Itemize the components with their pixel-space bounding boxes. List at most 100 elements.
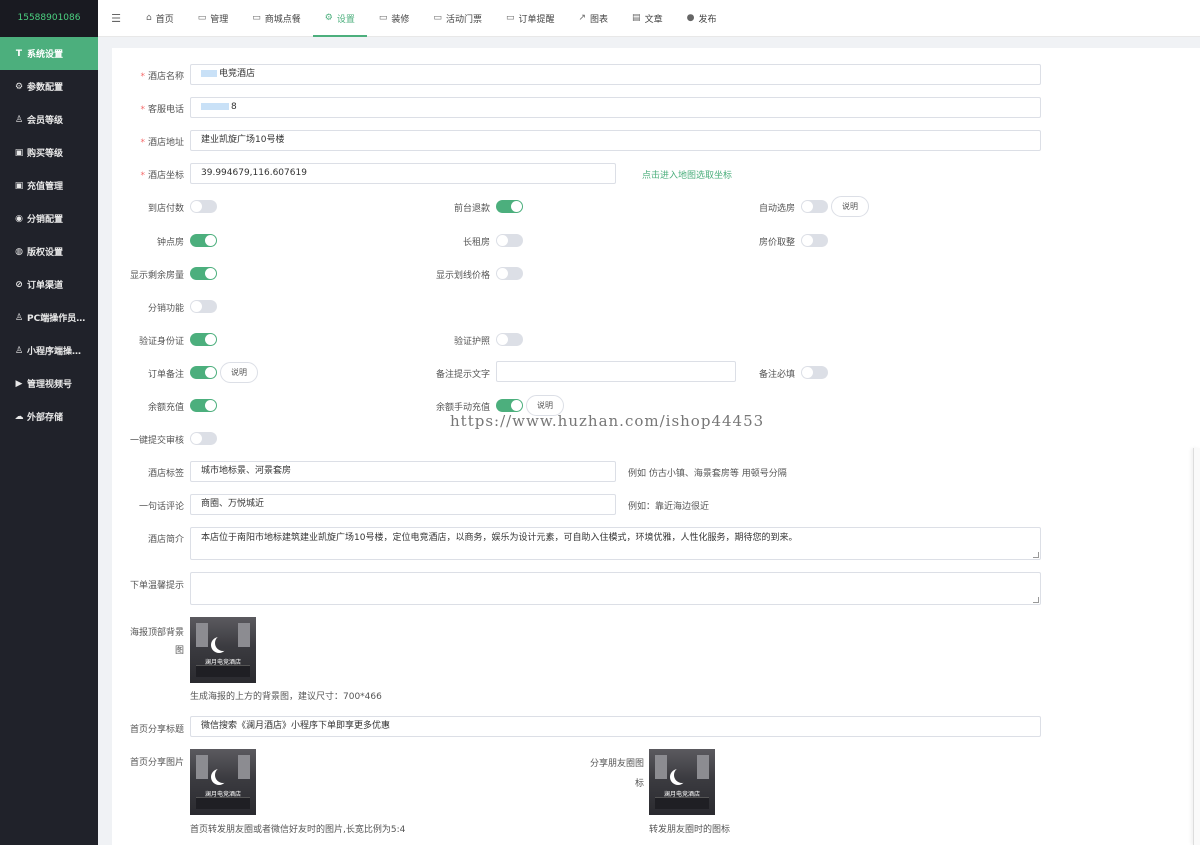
- sidebar-item[interactable]: T 系统设置: [0, 37, 98, 70]
- moon-logo-icon: [215, 635, 231, 651]
- auto-room-help-button[interactable]: 说明: [831, 196, 869, 217]
- sidebar-item[interactable]: ☁ 外部存储: [0, 400, 98, 433]
- nav-tab[interactable]: ▤ 文章: [620, 0, 675, 37]
- hotel-address-label: * 酒店地址: [140, 138, 184, 148]
- moments-icon-label: 分享朋友圈图标: [589, 759, 644, 789]
- nav-tab[interactable]: ⌂ 首页: [134, 0, 186, 37]
- service-phone-label: * 客服电话: [140, 105, 184, 115]
- moments-icon-image[interactable]: 澜月电竞酒店: [649, 749, 715, 815]
- distribution-switch[interactable]: [190, 300, 217, 313]
- resize-grip-icon[interactable]: [1033, 552, 1039, 558]
- share-image-label: 首页分享图片: [129, 758, 184, 768]
- sidebar-item[interactable]: ♙ 小程序端操…: [0, 334, 98, 367]
- sidebar-item-icon: ◍: [15, 246, 23, 257]
- show-strike-price-switch[interactable]: [496, 267, 523, 280]
- moon-logo-icon: [215, 767, 231, 783]
- sidebar-item-icon: ♙: [14, 345, 24, 356]
- sidebar-item-icon: ⚙: [14, 81, 24, 92]
- sidebar: 15588901086 T 系统设置 ⚙ 参数配置 ♙ 会员等级 ▣ 购买等级 ▣ 充值管理 ◉ 分销…: [0, 0, 98, 845]
- one-click-review-switch[interactable]: [190, 432, 217, 445]
- hotel-intro-text: 本店位于南阳市地标建筑建业凯旋广场10号楼，定位电竞酒店，以商务，娱乐为设计元素…: [201, 533, 798, 543]
- sidebar-item[interactable]: ◉ 分销配置: [0, 202, 98, 235]
- share-image[interactable]: 澜月电竞酒店: [190, 749, 256, 815]
- order-tips-label: 下单温馨提示: [129, 581, 184, 591]
- sidebar-item[interactable]: ⚙ 参数配置: [0, 70, 98, 103]
- sidebar-item[interactable]: ♙ 会员等级: [0, 103, 98, 136]
- nav-tab-label: 装修: [391, 14, 410, 25]
- sidebar-item[interactable]: ♙ PC端操作员…: [0, 301, 98, 334]
- price-round-label: 房价取整: [758, 238, 795, 248]
- nav-tab[interactable]: ▭ 订单提醒: [494, 0, 567, 37]
- verify-id-switch[interactable]: [190, 333, 217, 346]
- long-rent-switch[interactable]: [496, 234, 523, 247]
- order-remark-switch[interactable]: [190, 366, 217, 379]
- hourly-room-switch[interactable]: [190, 234, 217, 247]
- nav-tab-label: 设置: [336, 14, 355, 25]
- price-round-switch[interactable]: [801, 234, 828, 247]
- remark-required-label: 备注必填: [758, 370, 795, 380]
- sidebar-item-icon: ▶: [15, 378, 23, 389]
- sidebar-item-label: 小程序端操…: [27, 347, 82, 357]
- nav-tab[interactable]: ▭ 管理: [186, 0, 241, 37]
- verify-passport-label: 验证护照: [453, 337, 490, 347]
- remark-hint-label: 备注提示文字: [435, 370, 490, 380]
- nav-tab-icon: ▭: [252, 13, 261, 23]
- hotel-tags-label: 酒店标签: [147, 469, 184, 479]
- order-tips-textarea[interactable]: [190, 572, 1041, 605]
- poster-bg-image[interactable]: 澜月电竞酒店: [190, 617, 256, 683]
- sidebar-item[interactable]: ▶ 管理视频号: [0, 367, 98, 400]
- nav-tab-icon: ▭: [378, 13, 388, 23]
- hotel-name-input[interactable]: 电竞酒店: [190, 64, 1041, 85]
- remark-hint-input[interactable]: [496, 361, 736, 382]
- share-title-input[interactable]: 微信搜索《澜月酒店》小程序下单即享更多优惠: [190, 716, 1041, 737]
- sidebar-item[interactable]: ▣ 购买等级: [0, 136, 98, 169]
- order-remark-label: 订单备注: [147, 370, 184, 380]
- remark-required-switch[interactable]: [801, 366, 828, 379]
- nav-tab[interactable]: ↗ 图表: [566, 0, 620, 37]
- hotel-coord-input[interactable]: 39.994679,116.607619: [190, 163, 616, 184]
- menu-fold-icon[interactable]: ☰: [98, 12, 134, 25]
- sidebar-item-label: 分销配置: [27, 215, 64, 225]
- distribution-label: 分销功能: [147, 304, 184, 314]
- nav-tab-icon: ▭: [197, 13, 207, 23]
- show-remaining-switch[interactable]: [190, 267, 217, 280]
- settings-form: * 酒店名称 电竞酒店 * 客服电话 8 * 酒店地址 建业凯旋广场10号楼 * 酒店坐…: [112, 48, 1200, 845]
- hotel-address-input[interactable]: 建业凯旋广场10号楼: [190, 130, 1041, 151]
- bed-shape: [196, 797, 250, 809]
- pick-coord-link[interactable]: 点击进入地图选取坐标: [642, 168, 732, 181]
- sidebar-item[interactable]: ◍ 版权设置: [0, 235, 98, 268]
- nav-tab[interactable]: ⚙ 设置: [313, 0, 367, 37]
- sidebar-item[interactable]: ▣ 充值管理: [0, 169, 98, 202]
- sidebar-item-label: PC端操作员…: [27, 314, 86, 324]
- nav-tab-label: 文章: [644, 14, 663, 25]
- one-line-review-label: 一句话评论: [138, 502, 184, 512]
- front-refund-label: 前台退款: [453, 204, 490, 214]
- share-title-label: 首页分享标题: [129, 725, 184, 735]
- order-remark-help-button[interactable]: 说明: [220, 362, 258, 383]
- service-phone-input[interactable]: 8: [190, 97, 1041, 118]
- one-line-review-input[interactable]: 商圈、万悦城近: [190, 494, 616, 515]
- nav-tab[interactable]: ▭ 商城点餐: [240, 0, 313, 37]
- resize-grip-icon[interactable]: [1033, 597, 1039, 603]
- nav-tab-icon: ▭: [505, 13, 515, 23]
- auto-room-switch[interactable]: [801, 200, 828, 213]
- nav-tab-icon: ▤: [632, 13, 641, 23]
- manual-recharge-switch[interactable]: [496, 399, 523, 412]
- window-shape: [238, 755, 250, 779]
- hotel-tags-input[interactable]: 城市地标景、河景套房: [190, 461, 616, 482]
- pay-at-store-switch[interactable]: [190, 200, 217, 213]
- nav-tab[interactable]: ▭ 活动门票: [421, 0, 494, 37]
- nav-tab[interactable]: ● 发布: [675, 0, 729, 37]
- nav-tab[interactable]: ▭ 装修: [367, 0, 422, 37]
- sidebar-item[interactable]: ⊘ 订单渠道: [0, 268, 98, 301]
- sidebar-item-icon: ◉: [15, 213, 23, 224]
- hourly-room-label: 钟点房: [156, 238, 184, 248]
- verify-passport-switch[interactable]: [496, 333, 523, 346]
- sidebar-item-label: 参数配置: [27, 83, 64, 93]
- balance-recharge-switch[interactable]: [190, 399, 217, 412]
- side-panel-edge: [1193, 448, 1200, 845]
- nav-tab-icon: ●: [686, 13, 695, 23]
- front-refund-switch[interactable]: [496, 200, 523, 213]
- hotel-intro-textarea[interactable]: 本店位于南阳市地标建筑建业凯旋广场10号楼，定位电竞酒店，以商务，娱乐为设计元素…: [190, 527, 1041, 560]
- moon-logo-icon: [674, 767, 690, 783]
